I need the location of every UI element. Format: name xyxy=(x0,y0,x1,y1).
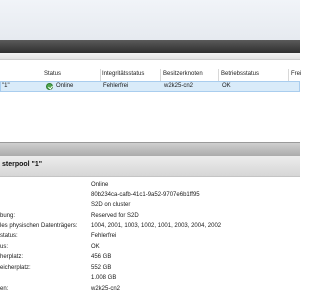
column-header-status[interactable]: Status xyxy=(44,71,61,77)
column-separator[interactable] xyxy=(218,69,219,81)
list-header: Status Integritätsstatus Besitzerknoten … xyxy=(0,69,301,81)
pool-operational: OK xyxy=(222,83,231,89)
property-value: 456 GB xyxy=(91,254,112,260)
filter-strip xyxy=(0,53,300,60)
table-row[interactable]: "1" Online Fehlerfrei w2k25-cn2 OK xyxy=(0,81,300,92)
property-value: 552 GB xyxy=(91,265,112,271)
property-value: Reserved for S2D xyxy=(91,213,139,219)
pool-status: Online xyxy=(56,83,74,89)
details-title: sterpool "1" xyxy=(2,161,43,168)
property-label: status: xyxy=(0,233,18,239)
ok-status-icon xyxy=(46,83,53,90)
property-label: us: xyxy=(0,244,9,250)
toolbar-area xyxy=(0,0,300,40)
property-value: OK xyxy=(91,244,100,250)
property-value: 1.008 GB xyxy=(91,275,117,281)
pool-owner: w2k25-cn2 xyxy=(164,83,194,89)
property-value: w2k25-cn2 xyxy=(91,286,121,292)
property-value: 80b234ca-cafb-41c1-9a52-9707e6b1ff95 xyxy=(91,192,200,198)
property-label: en: xyxy=(0,286,9,292)
column-header-free[interactable]: Frei xyxy=(291,71,301,77)
details-header xyxy=(0,156,300,177)
property-label: les physischen Datenträgers: xyxy=(0,223,78,229)
pane-splitter[interactable] xyxy=(0,142,300,157)
pool-integrity: Fehlerfrei xyxy=(103,83,129,89)
property-label: herplatz: xyxy=(0,254,24,260)
column-separator[interactable] xyxy=(288,69,289,81)
property-value: S2D on cluster xyxy=(91,202,131,208)
property-value: 1004, 2001, 1003, 1002, 1001, 2003, 2004… xyxy=(91,223,222,229)
column-separator[interactable] xyxy=(100,69,101,81)
property-value: Online xyxy=(91,182,109,188)
column-header-owner[interactable]: Besitzerknoten xyxy=(163,71,203,77)
property-value: Fehlerfrei xyxy=(91,233,117,239)
column-header-integrity[interactable]: Integritätsstatus xyxy=(102,71,144,77)
property-label: eicherplatz: xyxy=(0,265,31,271)
column-header-operational[interactable]: Betriebsstatus xyxy=(221,71,259,77)
pane-header-bar xyxy=(0,40,300,53)
pool-name: "1" xyxy=(2,83,10,89)
column-separator[interactable] xyxy=(160,69,161,81)
property-label: bung: xyxy=(0,213,16,219)
